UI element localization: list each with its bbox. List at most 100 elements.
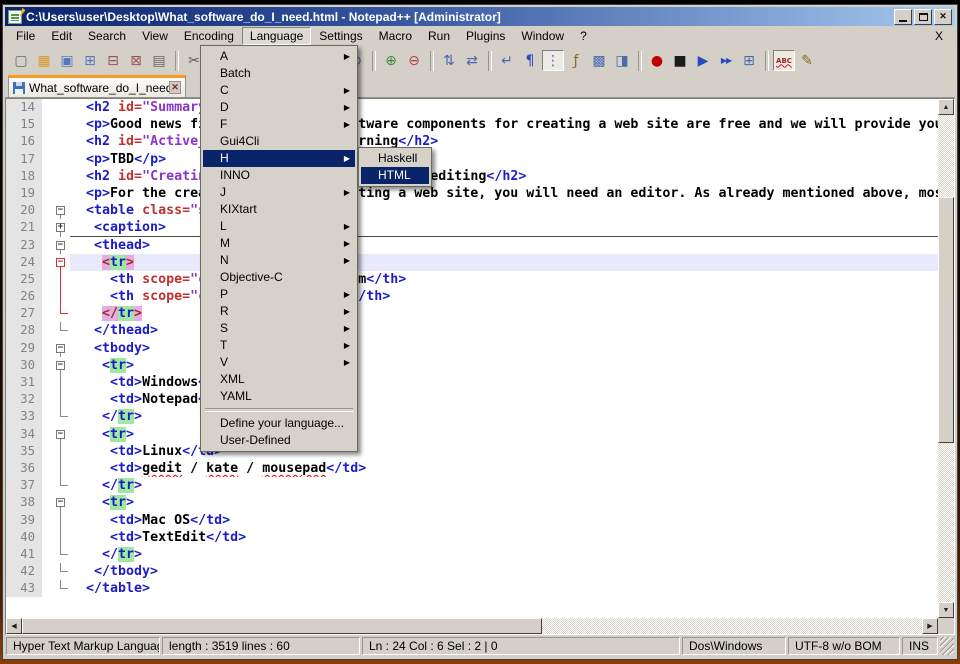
text-area[interactable]: 14<h2 id="Summary">Summary</h2>15<p>Good… — [6, 99, 938, 618]
language-menu-item-r[interactable]: R▶ — [203, 303, 355, 320]
status-typing-mode[interactable]: INS — [902, 637, 938, 655]
language-menu-item-n[interactable]: N▶ — [203, 252, 355, 269]
menubar-item-search[interactable]: Search — [80, 27, 134, 45]
bookmark-margin[interactable] — [42, 357, 54, 374]
language-menu-item-gui4cli[interactable]: Gui4Cli — [203, 133, 355, 150]
indent-guide-button[interactable]: ⋮ — [542, 50, 564, 71]
code-text[interactable]: </tr> — [70, 477, 938, 494]
close-file-button[interactable]: ⊟ — [102, 50, 124, 71]
bookmark-margin[interactable] — [42, 563, 54, 580]
vertical-scrollbar[interactable]: ▲ ▼ — [938, 99, 954, 618]
doc-switcher-button[interactable]: ◨ — [611, 50, 633, 71]
bookmark-margin[interactable] — [42, 374, 54, 391]
bookmark-margin[interactable] — [42, 168, 54, 185]
fold-margin[interactable]: − — [54, 237, 70, 254]
language-menu-item-p[interactable]: P▶ — [203, 286, 355, 303]
code-text[interactable]: </tr> — [70, 546, 938, 563]
fold-margin[interactable] — [54, 133, 70, 150]
bookmark-margin[interactable] — [42, 546, 54, 563]
sync-horizontal-button[interactable]: ⇄ — [461, 50, 483, 71]
language-menu-item-v[interactable]: V▶ — [203, 354, 355, 371]
title-bar[interactable]: C:\Users\user\Desktop\What_software_do_I… — [5, 7, 955, 26]
fold-margin[interactable] — [54, 408, 70, 425]
code-text[interactable]: <td>Mac OS</td> — [70, 512, 938, 529]
bookmark-margin[interactable] — [42, 254, 54, 271]
language-menu-item-a[interactable]: A▶ — [203, 48, 355, 65]
menubar-item-run[interactable]: Run — [420, 27, 458, 45]
scroll-left-icon[interactable]: ◀ — [6, 618, 22, 634]
language-menu-item-m[interactable]: M▶ — [203, 235, 355, 252]
code-text[interactable]: </tbody> — [70, 563, 938, 580]
fold-margin[interactable] — [54, 322, 70, 339]
fold-margin[interactable] — [54, 443, 70, 460]
fold-margin[interactable]: − — [54, 426, 70, 443]
menubar-item--[interactable]: ? — [572, 27, 595, 45]
fold-margin[interactable] — [54, 271, 70, 288]
language-menu-item-h[interactable]: H▶ — [203, 150, 355, 167]
fold-margin[interactable] — [54, 529, 70, 546]
menubar-item-file[interactable]: File — [8, 27, 43, 45]
language-menu-item-f[interactable]: F▶ — [203, 116, 355, 133]
bookmark-margin[interactable] — [42, 391, 54, 408]
macro-save-button[interactable]: ⊞ — [738, 50, 760, 71]
plugin-folder-button[interactable]: ✎ — [796, 50, 818, 71]
fold-margin[interactable] — [54, 391, 70, 408]
fold-margin[interactable] — [54, 546, 70, 563]
show-all-chars-button[interactable]: ¶ — [519, 50, 541, 71]
fold-margin[interactable] — [54, 116, 70, 133]
fold-margin[interactable]: − — [54, 494, 70, 511]
save-all-button[interactable]: ⊞ — [79, 50, 101, 71]
language-menu-item-define-your-language-[interactable]: Define your language... — [203, 415, 355, 432]
language-menu-item-l[interactable]: L▶ — [203, 218, 355, 235]
bookmark-margin[interactable] — [42, 512, 54, 529]
new-file-button[interactable]: ▢ — [10, 50, 32, 71]
code-text[interactable]: <td>TextEdit</td> — [70, 529, 938, 546]
fold-margin[interactable] — [54, 99, 70, 116]
open-folder-button[interactable]: ▦ — [33, 50, 55, 71]
tab-close-icon[interactable]: ✕ — [169, 81, 181, 94]
menubar-item-encoding[interactable]: Encoding — [176, 27, 242, 45]
status-encoding[interactable]: UTF-8 w/o BOM — [788, 637, 900, 655]
bookmark-margin[interactable] — [42, 460, 54, 477]
language-menu-item-inno[interactable]: INNO — [203, 167, 355, 184]
language-menu-item-user-defined[interactable]: User-Defined — [203, 432, 355, 449]
fold-margin[interactable] — [54, 168, 70, 185]
menubar-item-language[interactable]: Language — [242, 27, 311, 45]
fold-margin[interactable]: − — [54, 340, 70, 357]
fold-margin[interactable]: − — [54, 202, 70, 219]
sync-vertical-button[interactable]: ⇅ — [438, 50, 460, 71]
bookmark-margin[interactable] — [42, 202, 54, 219]
scroll-up-icon[interactable]: ▲ — [938, 99, 954, 115]
document-close-icon[interactable]: X — [935, 29, 955, 43]
bookmark-margin[interactable] — [42, 133, 54, 150]
h-submenu-item-haskell[interactable]: Haskell — [361, 150, 429, 167]
document-map-button[interactable]: ▩ — [588, 50, 610, 71]
horizontal-scroll-thumb[interactable] — [22, 618, 542, 634]
fold-margin[interactable] — [54, 305, 70, 322]
minimize-button[interactable] — [894, 9, 912, 25]
bookmark-margin[interactable] — [42, 237, 54, 254]
bookmark-margin[interactable] — [42, 408, 54, 425]
bookmark-margin[interactable] — [42, 443, 54, 460]
fold-margin[interactable] — [54, 288, 70, 305]
function-list-button[interactable]: ƒ — [565, 50, 587, 71]
language-menu-item-j[interactable]: J▶ — [203, 184, 355, 201]
macro-play-button[interactable]: ▶ — [692, 50, 714, 71]
bookmark-margin[interactable] — [42, 116, 54, 133]
language-menu-item-s[interactable]: S▶ — [203, 320, 355, 337]
bookmark-margin[interactable] — [42, 99, 54, 116]
bookmark-margin[interactable] — [42, 151, 54, 168]
macro-stop-button[interactable]: ■ — [669, 50, 691, 71]
language-menu-item-xml[interactable]: XML — [203, 371, 355, 388]
macro-run-multi-button[interactable]: ▶▶ — [715, 50, 737, 71]
bookmark-margin[interactable] — [42, 219, 54, 236]
menubar-item-view[interactable]: View — [134, 27, 176, 45]
maximize-button[interactable] — [914, 9, 932, 25]
fold-margin[interactable] — [54, 563, 70, 580]
language-menu-item-t[interactable]: T▶ — [203, 337, 355, 354]
fold-margin[interactable] — [54, 460, 70, 477]
horizontal-scrollbar[interactable]: ◀ ▶ — [6, 618, 938, 634]
menubar-item-macro[interactable]: Macro — [371, 27, 420, 45]
tab-what-software-do-i-need[interactable]: What_software_do_I_need.html ✕ — [8, 75, 186, 97]
fold-margin[interactable] — [54, 580, 70, 597]
